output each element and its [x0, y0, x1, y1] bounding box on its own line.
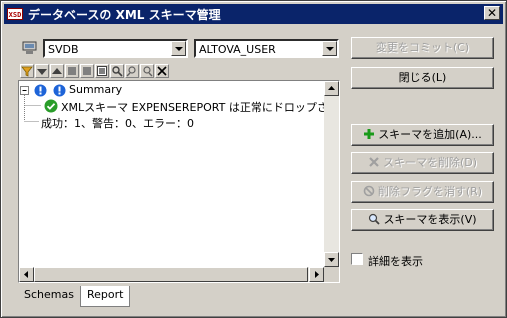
find-prev-icon[interactable] — [125, 64, 139, 78]
delete-schema-button[interactable]: スキーマを削除(D) — [351, 152, 494, 174]
show-schema-button[interactable]: スキーマを表示(V) — [351, 209, 494, 231]
show-label: スキーマを表示(V) — [383, 213, 477, 226]
tab-schemas[interactable]: Schemas — [18, 286, 80, 306]
success-check-icon — [44, 99, 58, 113]
delete-x-icon — [369, 157, 379, 167]
xsd-app-icon: XSD — [7, 8, 23, 20]
close-button[interactable]: 閉じる(L) — [351, 67, 494, 89]
filter-icon[interactable] — [20, 64, 34, 78]
remove-delete-flag-button[interactable]: 削除フラグを消す(R) — [351, 181, 494, 203]
square-icon[interactable] — [65, 64, 79, 78]
info-icon — [34, 84, 47, 97]
move-up-icon[interactable] — [50, 64, 64, 78]
close-window-button[interactable]: ✕ — [484, 6, 500, 20]
window-title: データベースの XML スキーマ管理 — [28, 7, 221, 22]
square-icon[interactable] — [80, 64, 94, 78]
schema-user-value: ALTOVA_USER — [199, 43, 276, 56]
report-tree[interactable]: Summary XMLスキーマ EXPENSEREPORT は正常にドロップされ… — [18, 80, 340, 283]
view-icon[interactable] — [95, 64, 109, 78]
close-label: 閉じる(L) — [398, 71, 447, 84]
find-next-icon[interactable] — [140, 64, 154, 78]
scroll-thumb[interactable] — [34, 267, 308, 282]
magnifier-icon — [369, 213, 381, 225]
report-toolbar — [20, 64, 334, 80]
scroll-right-icon[interactable] — [309, 267, 324, 282]
summary-label: Summary — [69, 83, 123, 96]
vertical-scrollbar[interactable] — [324, 81, 339, 267]
details-checkbox[interactable] — [351, 253, 363, 265]
database-value: SVDB — [48, 43, 79, 56]
database-select[interactable]: SVDB — [43, 39, 188, 58]
add-label: スキーマを追加(A)... — [378, 128, 482, 141]
scroll-down-icon[interactable] — [324, 252, 339, 267]
scroll-up-icon[interactable] — [324, 81, 339, 96]
search-icon[interactable] — [110, 64, 124, 78]
plus-icon — [364, 129, 375, 139]
commit-label: 変更をコミット(C) — [375, 41, 470, 54]
schema-manager-window: XSD データベースの XML スキーマ管理 ✕ SVDB ALTOVA_USE… — [0, 0, 507, 318]
scroll-corner — [324, 267, 339, 282]
delete-label: スキーマを削除(D) — [382, 156, 478, 169]
report-message: XMLスキーマ EXPENSEREPORT は正常にドロップされました — [61, 101, 339, 114]
report-result: 成功：1、警告：0、エラー：0 — [41, 117, 194, 130]
commit-changes-button[interactable]: 変更をコミット(C) — [351, 37, 494, 59]
remove-flag-label: 削除フラグを消す(R) — [377, 185, 483, 198]
clear-icon[interactable] — [155, 64, 169, 78]
title-bar: XSD データベースの XML スキーマ管理 ✕ — [4, 4, 503, 24]
horizontal-scrollbar[interactable] — [19, 267, 324, 282]
details-checkbox-label: 詳細を表示 — [368, 255, 423, 268]
move-down-icon[interactable] — [35, 64, 49, 78]
view-tabs: Schemas Report — [18, 286, 131, 307]
chevron-down-icon[interactable] — [171, 41, 186, 56]
info-icon — [53, 84, 66, 97]
chevron-down-icon[interactable] — [322, 41, 337, 56]
scroll-left-icon[interactable] — [19, 267, 34, 282]
undo-flag-icon — [363, 185, 375, 197]
add-schema-button[interactable]: スキーマを追加(A)... — [351, 124, 494, 146]
tab-report[interactable]: Report — [79, 286, 131, 307]
schema-user-select[interactable]: ALTOVA_USER — [194, 39, 339, 58]
database-icon — [22, 41, 37, 54]
